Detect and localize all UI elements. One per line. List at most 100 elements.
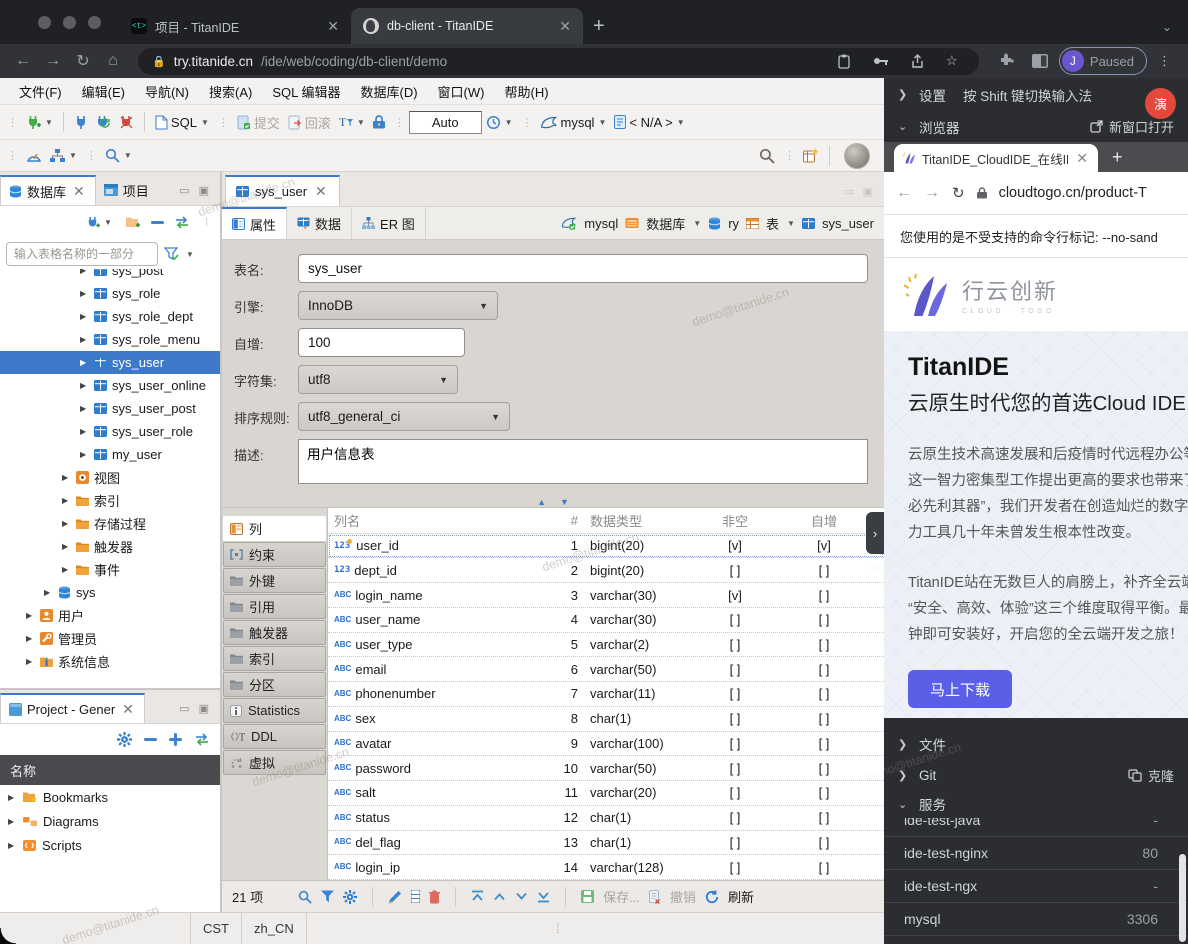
- column-view-icon[interactable]: [411, 890, 420, 903]
- close-tab-icon[interactable]: ✕: [120, 701, 136, 718]
- tree-item-sys[interactable]: ▶sys: [0, 581, 220, 604]
- column-row-login_ip[interactable]: ABClogin_ip14varchar(128)[ ][ ]: [328, 855, 884, 880]
- tab-projects[interactable]: 项目: [96, 175, 157, 205]
- menu-item[interactable]: SQL 编辑器: [263, 78, 349, 105]
- column-autoincrement[interactable]: [ ]: [780, 588, 868, 603]
- tree-expand-icon[interactable]: ▶: [26, 611, 35, 620]
- reload-button[interactable]: ↻: [70, 51, 96, 71]
- column-autoincrement[interactable]: [ ]: [780, 810, 868, 825]
- column-notnull[interactable]: [ ]: [690, 662, 780, 677]
- column-row-user_name[interactable]: ABCuser_name4varchar(30)[ ][ ]: [328, 608, 884, 633]
- active-schema-selector[interactable]: < N/A >▼: [610, 112, 688, 133]
- category-Statistics[interactable]: Statistics: [223, 698, 326, 723]
- tree-expand-icon[interactable]: ▶: [80, 335, 89, 344]
- column-row-user_type[interactable]: ABCuser_type5varchar(2)[ ][ ]: [328, 633, 884, 658]
- subtab-ER 图[interactable]: ER 图: [352, 207, 426, 239]
- collapse-all-icon[interactable]: [151, 221, 164, 225]
- refresh-label[interactable]: 刷新: [728, 887, 754, 906]
- table-name-input[interactable]: [298, 254, 868, 283]
- menu-item[interactable]: 文件(F): [10, 78, 71, 105]
- move-up-icon[interactable]: [493, 892, 506, 901]
- password-key-icon[interactable]: [873, 56, 889, 66]
- column-autoincrement[interactable]: [ ]: [780, 686, 868, 701]
- filter-icon[interactable]: [321, 890, 334, 903]
- undo-label[interactable]: 撤销: [670, 887, 696, 906]
- browser-tab-db-client[interactable]: db-client - TitanIDE ✕: [351, 8, 583, 44]
- tree-expand-icon[interactable]: ▶: [80, 289, 89, 298]
- column-row-avatar[interactable]: ABCavatar9varchar(100)[ ][ ]: [328, 732, 884, 757]
- editor-tab-sys-user[interactable]: sys_user ✕: [225, 175, 340, 206]
- column-autoincrement[interactable]: [ ]: [780, 662, 868, 677]
- close-tab-icon[interactable]: ✕: [1074, 150, 1090, 167]
- new-connection-button[interactable]: ▼: [22, 112, 57, 133]
- tree-item-sys_role[interactable]: ▶sys_role: [0, 282, 220, 305]
- grid-header-列名[interactable]: 列名: [328, 511, 554, 530]
- menu-item[interactable]: 搜索(A): [200, 78, 261, 105]
- address-bar[interactable]: 🔒 try.titanide.cn/ide/web/coding/db-clie…: [138, 48, 979, 75]
- services-section-row[interactable]: ⌄ 服务: [884, 790, 1188, 818]
- tree-expand-icon[interactable]: ▶: [8, 817, 17, 826]
- tree-expand-icon[interactable]: ▶: [8, 841, 17, 850]
- embedded-url[interactable]: cloudtogo.cn/product-T: [999, 185, 1147, 201]
- transaction-mode-button[interactable]: T▼: [335, 112, 369, 133]
- column-notnull[interactable]: [ ]: [690, 860, 780, 875]
- refresh-icon[interactable]: [705, 890, 719, 904]
- minimize-window-button[interactable]: [63, 16, 76, 29]
- breadcrumb-connection[interactable]: mysql: [584, 216, 618, 231]
- view-menu-icon[interactable]: ⁞: [205, 217, 207, 229]
- git-clone-button[interactable]: 克隆: [1128, 766, 1174, 785]
- tree-expand-icon[interactable]: ▶: [80, 358, 89, 367]
- disconnect-button[interactable]: [115, 112, 138, 133]
- category-虚拟[interactable]: 虚拟: [223, 750, 326, 775]
- column-row-status[interactable]: ABCstatus12char(1)[ ][ ]: [328, 806, 884, 831]
- commit-button[interactable]: 提交: [233, 110, 284, 135]
- grid-header-自增[interactable]: 自增: [780, 511, 868, 530]
- back-icon[interactable]: ←: [896, 184, 912, 202]
- panel-minmax-icons[interactable]: ▭ ▣: [179, 184, 220, 205]
- panel-minmax-icons[interactable]: ▭ ▣: [843, 185, 884, 206]
- delete-trash-icon[interactable]: [429, 890, 440, 904]
- breadcrumb-table[interactable]: sys_user: [822, 216, 874, 231]
- statusbar-grip[interactable]: ⁞: [556, 921, 560, 936]
- git-section-row[interactable]: ❯ Git 克隆: [884, 760, 1188, 790]
- tab-search-chevron-icon[interactable]: ⌄: [1162, 20, 1172, 34]
- column-row-phonenumber[interactable]: ABCphonenumber7varchar(11)[ ][ ]: [328, 682, 884, 707]
- category-索引[interactable]: 索引: [223, 646, 326, 671]
- active-connection-selector[interactable]: mysql▼: [536, 112, 610, 133]
- service-row-mysql[interactable]: mysql3306: [884, 903, 1188, 936]
- tree-item-sys_user[interactable]: ▶sys_user: [0, 351, 220, 374]
- new-folder-icon[interactable]: [126, 216, 141, 229]
- tab-databases[interactable]: 数据库 ✕: [0, 175, 96, 205]
- column-autoincrement[interactable]: [v]: [780, 538, 868, 553]
- menu-item[interactable]: 数据库(D): [352, 78, 427, 105]
- auto-commit-box[interactable]: Auto: [409, 111, 482, 134]
- column-notnull[interactable]: [ ]: [690, 711, 780, 726]
- panel-minmax-icons[interactable]: ▭ ▣: [179, 702, 220, 723]
- tree-expand-icon[interactable]: ▶: [8, 793, 17, 802]
- maximize-window-button[interactable]: [88, 16, 101, 29]
- tree-expand-icon[interactable]: ▶: [62, 496, 71, 505]
- close-tab-icon[interactable]: ✕: [313, 183, 329, 200]
- grid-header-#[interactable]: #: [554, 513, 584, 528]
- project-item-Bookmarks[interactable]: ▶Bookmarks: [0, 785, 220, 809]
- new-tab-button[interactable]: +: [593, 15, 605, 38]
- charset-select[interactable]: utf8▼: [298, 365, 458, 394]
- tree-item-事件[interactable]: ▶事件: [0, 558, 220, 581]
- sql-editor-button[interactable]: SQL▼: [151, 112, 213, 133]
- subtab-属性[interactable]: 属性: [222, 207, 287, 239]
- tree-expand-icon[interactable]: ▶: [44, 588, 53, 597]
- column-autoincrement[interactable]: [ ]: [780, 835, 868, 850]
- collapse-icon[interactable]: [144, 738, 157, 742]
- reconnect-button[interactable]: [92, 112, 115, 133]
- link-selection-icon[interactable]: [174, 216, 190, 229]
- category-列[interactable]: 列: [223, 516, 326, 541]
- pane-splitter[interactable]: ▲▼: [222, 496, 884, 508]
- profile-paused-pill[interactable]: J Paused: [1059, 47, 1147, 75]
- column-autoincrement[interactable]: [ ]: [780, 612, 868, 627]
- move-top-icon[interactable]: [471, 890, 484, 903]
- tree-expand-icon[interactable]: ▶: [26, 634, 35, 643]
- tree-item-sys_role_menu[interactable]: ▶sys_role_menu: [0, 328, 220, 351]
- save-icon[interactable]: [581, 890, 594, 903]
- column-row-salt[interactable]: ABCsalt11varchar(20)[ ][ ]: [328, 781, 884, 806]
- column-autoincrement[interactable]: [ ]: [780, 860, 868, 875]
